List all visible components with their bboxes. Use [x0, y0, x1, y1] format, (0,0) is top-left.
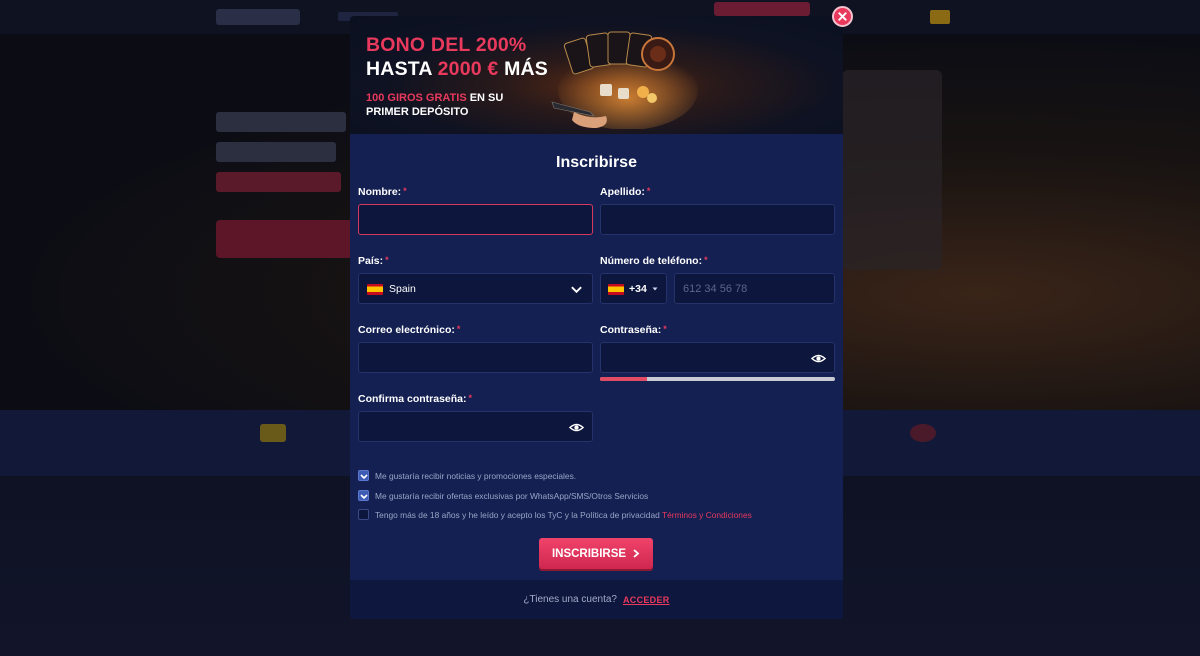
bonus-banner: BONO DEL 200% HASTA 2000 € MÁS 100 GIROS… — [350, 16, 843, 134]
spain-flag-icon — [367, 283, 383, 295]
banner-free-spins-highlight: 100 GIROS GRATIS — [366, 92, 467, 104]
last-name-field — [600, 204, 835, 235]
close-icon — [838, 12, 847, 21]
email-label-text: Correo electrónico: — [358, 324, 455, 336]
country-value: Spain — [389, 283, 416, 295]
required-mark: * — [663, 324, 667, 334]
background-flag-icon — [930, 10, 950, 24]
first-name-label-text: Nombre: — [358, 186, 402, 198]
registration-modal: BONO DEL 200% HASTA 2000 € MÁS 100 GIROS… — [350, 16, 843, 619]
banner-first-deposit-text: PRIMER DEPÓSITO — [366, 105, 469, 118]
password-label: Contraseña: * — [600, 324, 667, 336]
background-hero-button — [216, 220, 356, 258]
confirm-password-label: Confirma contraseña: * — [358, 393, 472, 405]
check-icon — [359, 493, 368, 499]
login-link[interactable]: ACCEDER — [623, 595, 670, 605]
required-mark: * — [468, 393, 473, 403]
last-name-label-text: Apellido: — [600, 186, 645, 198]
eye-icon[interactable] — [811, 351, 826, 366]
messaging-checkbox[interactable] — [358, 490, 369, 501]
register-button-label: INSCRIBIRSE — [551, 547, 627, 560]
first-name-label: Nombre: * — [358, 186, 407, 198]
register-button[interactable]: INSCRIBIRSE — [539, 538, 653, 569]
background-register-button — [714, 2, 810, 16]
password-label-text: Contraseña: — [600, 324, 662, 336]
terms-consent-text: Tengo más de 18 años y he leído y acepto… — [375, 509, 660, 520]
phone-code-value: +34 — [629, 283, 647, 295]
chevron-down-icon — [571, 286, 582, 294]
background-category-icon — [260, 424, 286, 442]
background-logo — [216, 9, 300, 25]
newsletter-checkbox[interactable] — [358, 470, 369, 481]
email-field — [358, 342, 593, 373]
password-input[interactable] — [601, 343, 834, 372]
country-label-text: País: — [358, 255, 384, 267]
confirm-password-label-text: Confirma contraseña: — [358, 393, 467, 405]
terms-consent-label: Tengo más de 18 años y he leído y acepto… — [375, 510, 752, 520]
background-cards-image — [842, 70, 942, 270]
phone-label: Número de teléfono: * — [600, 255, 708, 267]
form-title: Inscribirse — [556, 154, 637, 171]
caret-down-icon — [652, 287, 658, 291]
messaging-consent: Me gustaría recibir ofertas exclusivas p… — [358, 490, 648, 501]
password-strength-bar — [600, 377, 835, 381]
country-select[interactable]: Spain — [358, 273, 593, 304]
login-question: ¿Tienes una cuenta? — [523, 594, 617, 605]
eye-icon[interactable] — [569, 420, 584, 435]
banner-subtitle: HASTA 2000 € MÁS — [366, 58, 548, 81]
country-selected: Spain — [367, 283, 416, 295]
confirm-password-input[interactable] — [359, 412, 592, 441]
banner-subtitle-text: HASTA — [366, 58, 438, 80]
background-hero-text — [216, 172, 341, 192]
background-hero-text — [216, 142, 336, 162]
login-footer: ¿Tienes una cuenta? ACCEDER — [350, 580, 843, 619]
close-button[interactable] — [832, 6, 853, 27]
required-mark: * — [456, 324, 461, 334]
banner-title: BONO DEL 200% — [366, 34, 527, 56]
email-input[interactable] — [359, 343, 592, 372]
last-name-input[interactable] — [601, 205, 834, 234]
last-name-label: Apellido: * — [600, 186, 650, 198]
background-hero-text — [216, 112, 346, 132]
registration-form: Inscribirse Nombre: * Apellido: * País: * S… — [350, 134, 843, 580]
newsletter-consent-label: Me gustaría recibir noticias y promocion… — [375, 470, 577, 481]
check-icon — [359, 473, 368, 479]
first-name-field — [358, 204, 593, 235]
casino-illustration — [551, 31, 698, 129]
terms-link[interactable]: Términos y Condiciones — [662, 510, 752, 520]
banner-free-spins: 100 GIROS GRATIS EN SU PRIMER DEPÓSITO — [366, 92, 503, 119]
phone-label-text: Número de teléfono: — [600, 255, 703, 267]
required-mark: * — [403, 186, 407, 196]
banner-bonus-amount: 2000 € — [437, 58, 499, 80]
required-mark: * — [646, 186, 651, 196]
terms-consent: Tengo más de 18 años y he leído y acepto… — [358, 509, 752, 520]
phone-code-select[interactable]: +34 — [600, 273, 667, 304]
phone-input[interactable] — [675, 274, 834, 303]
required-mark: * — [704, 255, 708, 265]
banner-free-spins-text: EN SU — [466, 92, 504, 104]
first-name-input[interactable] — [359, 205, 592, 234]
country-label: País: * — [358, 255, 389, 267]
spain-flag-icon — [608, 283, 624, 295]
required-mark: * — [385, 255, 389, 265]
chevron-right-icon — [633, 549, 640, 558]
password-strength-fill — [600, 377, 647, 381]
banner-subtitle-text: MÁS — [498, 58, 549, 80]
newsletter-consent: Me gustaría recibir noticias y promocion… — [358, 470, 576, 481]
terms-checkbox[interactable] — [358, 509, 369, 520]
confirm-password-field — [358, 411, 593, 442]
email-label: Correo electrónico: * — [358, 324, 460, 336]
background-category-icon — [910, 424, 936, 442]
password-field — [600, 342, 835, 373]
phone-code-selected: +34 — [608, 283, 658, 295]
phone-field — [674, 273, 835, 304]
messaging-consent-label: Me gustaría recibir ofertas exclusivas p… — [375, 490, 649, 501]
